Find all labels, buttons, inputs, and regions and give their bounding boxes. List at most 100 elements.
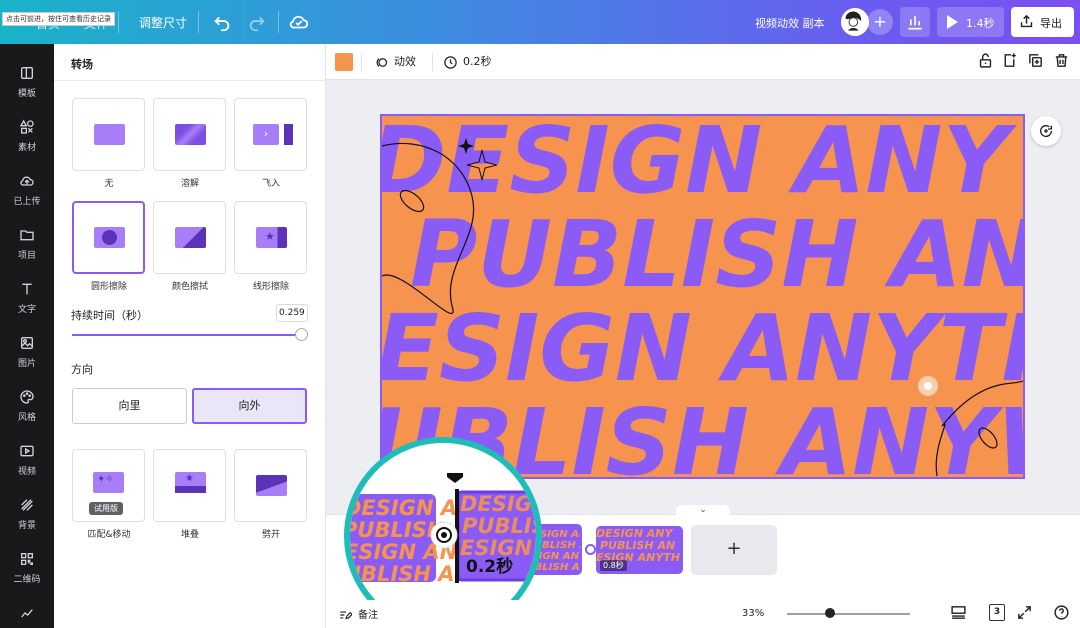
divider xyxy=(54,80,326,81)
transition-label: 飞入 xyxy=(261,179,280,189)
transition-label: 劈开 xyxy=(261,530,280,540)
duration-input[interactable] xyxy=(276,304,308,322)
qrcode-icon xyxy=(20,553,33,565)
rail-label: 文字 xyxy=(17,305,36,315)
zoom-slider-handle[interactable] xyxy=(825,608,836,618)
rail-item-background[interactable]: 背景 xyxy=(0,486,54,540)
playhead-marker xyxy=(447,473,463,483)
star-icon: ★ xyxy=(185,473,194,484)
document-title[interactable]: 视频动效 副本 xyxy=(755,15,825,31)
star-icon: ★ xyxy=(265,230,275,243)
duration-slider-track[interactable] xyxy=(72,334,306,336)
design-canvas[interactable]: DESIGN ANY TH PUBLISH ANY ESIGN ANYTH UB… xyxy=(380,114,1025,479)
rail-label: 视频 xyxy=(17,467,36,477)
export-button[interactable]: 导出 xyxy=(1011,7,1074,37)
grid-view-icon[interactable] xyxy=(950,604,968,622)
transition-split[interactable] xyxy=(234,449,307,522)
transition-color-wipe[interactable] xyxy=(153,201,226,274)
top-bar: 首页 文件 点击可前进，按住可查看历史记录 调整尺寸 视频动效 副本 + 1.4… xyxy=(0,0,1080,44)
animate-icon xyxy=(376,57,388,67)
trash-icon[interactable] xyxy=(1053,52,1071,70)
rail-item-templates[interactable]: 模板 xyxy=(0,54,54,108)
rail-item-elements[interactable]: 素材 xyxy=(0,108,54,162)
rail-item-photos[interactable]: 图片 xyxy=(0,324,54,378)
collapse-timeline-button[interactable]: ⌄ xyxy=(676,505,730,517)
chart-icon xyxy=(21,609,33,618)
play-button[interactable]: 1.4秒 xyxy=(937,7,1004,37)
magnified-text: PUBLISH AN xyxy=(462,514,542,538)
page-count[interactable]: 3 xyxy=(989,604,1005,621)
upload-share-icon xyxy=(1020,14,1033,28)
timing-button[interactable]: 0.2秒 xyxy=(443,53,492,70)
add-page-icon[interactable] xyxy=(1001,52,1019,70)
transition-match-move[interactable]: ✦✧ 试用版 xyxy=(72,449,145,522)
add-clip-button[interactable]: + xyxy=(691,525,777,575)
canvas-toolbar: 动效 0.2秒 xyxy=(326,44,1080,80)
resize-button[interactable]: 调整尺寸 xyxy=(139,14,187,31)
history-tooltip: 点击可前进，按住可查看历史记录 xyxy=(2,12,115,26)
transition-label: 堆叠 xyxy=(180,530,199,540)
rail-item-uploads[interactable]: 已上传 xyxy=(0,162,54,216)
palette-icon xyxy=(20,390,34,404)
transition-line-wipe[interactable]: ★ xyxy=(234,201,307,274)
fullscreen-icon[interactable] xyxy=(1016,604,1034,622)
invite-button[interactable]: + xyxy=(867,9,893,35)
direction-out-button[interactable]: 向外 xyxy=(192,388,307,424)
direction-in-button[interactable]: 向里 xyxy=(72,388,187,424)
play-duration: 1.4秒 xyxy=(966,17,995,30)
refresh-comment-button[interactable] xyxy=(1031,116,1061,146)
duration-slider-handle[interactable] xyxy=(295,328,309,341)
upload-icon xyxy=(20,176,34,186)
canvas-artwork: DESIGN ANY TH PUBLISH ANY ESIGN ANYTH UB… xyxy=(382,116,1023,477)
transition-stack[interactable]: ★ xyxy=(153,449,226,522)
rail-label: 二维码 xyxy=(13,575,41,585)
zoom-level[interactable]: 33% xyxy=(742,608,764,619)
canvas-line-2: PUBLISH ANY xyxy=(410,201,1023,308)
rail-item-projects[interactable]: 项目 xyxy=(0,216,54,270)
rail-item-qrcode[interactable]: 二维码 xyxy=(0,540,54,594)
transition-marker[interactable] xyxy=(585,544,596,555)
transition-thumb xyxy=(256,475,287,496)
duplicate-icon[interactable] xyxy=(1027,52,1045,70)
transition-thumb xyxy=(94,124,125,145)
duration-label: 持续时间（秒） xyxy=(71,309,148,322)
background-icon xyxy=(21,499,33,511)
divider xyxy=(432,53,433,71)
transition-thumb: ✦✧ xyxy=(93,472,124,493)
divider xyxy=(278,11,279,33)
notes-button[interactable]: 备注 xyxy=(338,606,378,622)
rail-item-styles[interactable]: 风格 xyxy=(0,378,54,432)
transition-thumb: ★ xyxy=(175,472,206,493)
transition-thumb xyxy=(175,227,206,248)
transition-thumb: ★ xyxy=(256,227,287,248)
timeline-clip[interactable]: DESIGN ANY PUBLISH AN ESIGN ANYTH 0.8秒 xyxy=(596,526,683,574)
rail-item-text[interactable]: 文字 xyxy=(0,270,54,324)
transition-label: 溶解 xyxy=(180,179,199,189)
unlock-icon[interactable] xyxy=(977,52,995,70)
cloud-save-icon[interactable] xyxy=(288,11,310,33)
panel-title: 转场 xyxy=(71,58,93,71)
chevron-right-icon: › xyxy=(253,124,279,145)
undo-icon[interactable] xyxy=(211,11,233,33)
redo-icon[interactable] xyxy=(246,11,268,33)
clip-duration: 0.8秒 xyxy=(600,560,627,571)
help-icon[interactable] xyxy=(1053,604,1071,622)
rail-item-charts[interactable]: 图表 xyxy=(0,594,54,628)
color-swatch[interactable] xyxy=(335,53,353,71)
transition-fly-in[interactable]: › xyxy=(234,98,307,171)
canvas-line-1: DESIGN ANY TH xyxy=(382,116,1023,214)
image-icon xyxy=(21,337,33,349)
divider xyxy=(198,11,199,33)
transition-label: 圆形擦除 xyxy=(90,282,127,292)
transition-thumb xyxy=(175,124,206,145)
animate-button[interactable]: 动效 xyxy=(374,53,416,70)
insights-button[interactable] xyxy=(900,7,930,37)
transition-circle-wipe[interactable] xyxy=(72,201,145,274)
timing-label: 0.2秒 xyxy=(463,55,492,68)
zoom-slider-track[interactable] xyxy=(787,613,910,615)
transition-dissolve[interactable] xyxy=(153,98,226,171)
avatar[interactable] xyxy=(841,8,869,36)
transition-none[interactable] xyxy=(72,98,145,171)
video-icon xyxy=(20,445,34,457)
rail-item-videos[interactable]: 视频 xyxy=(0,432,54,486)
